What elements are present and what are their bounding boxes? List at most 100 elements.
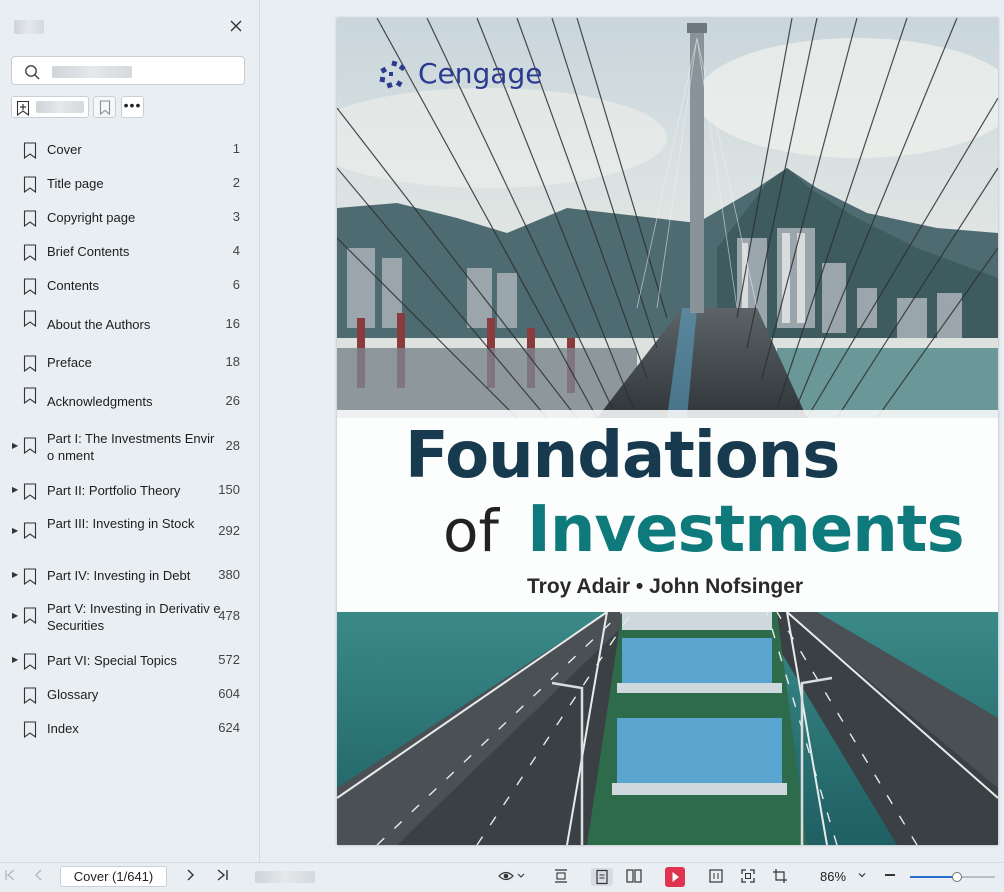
fit-width-icon [555, 869, 567, 883]
bookmark-icon [23, 176, 37, 193]
toc-item-label: Part I: The Investments Enviro nment [47, 431, 215, 463]
toc-item-page: 380 [218, 567, 240, 582]
more-options-button[interactable]: ••• [121, 96, 144, 118]
single-page-icon [596, 869, 608, 885]
zoom-dropdown-button[interactable] [855, 868, 869, 886]
cengage-logo-icon [379, 60, 406, 89]
search-field[interactable] [11, 56, 245, 85]
next-page-button[interactable] [183, 868, 197, 886]
bookmark-icon [23, 522, 37, 539]
toc-item-page: 3 [232, 209, 240, 224]
toc-item-label: Part II: Portfolio Theory [47, 483, 181, 498]
toc-item[interactable]: Title page 2 [0, 167, 259, 201]
page-indicator[interactable]: Cover (1/641) [60, 866, 167, 887]
page-cover: Cengage [337, 18, 998, 845]
toc-item-page: 6 [232, 277, 240, 292]
toc-item-label: Preface [47, 355, 92, 370]
toc-item[interactable]: ▶ Part V: Investing in Derivativ e Securi… [0, 593, 259, 644]
toc-item-page: 292 [218, 523, 240, 538]
add-bookmark-label [36, 101, 84, 113]
zoom-out-button[interactable] [882, 868, 898, 886]
expand-arrow-icon[interactable]: ▶ [12, 570, 18, 579]
first-page-icon [5, 869, 15, 881]
rotate-page-button[interactable] [771, 868, 789, 886]
eye-icon [498, 871, 525, 881]
crop-icon [773, 869, 787, 883]
toc-item[interactable]: ▶ Part VI: Special Topics 572 [0, 644, 259, 678]
search-icon [25, 65, 40, 80]
toc-item-label: Contents [47, 278, 100, 293]
zoom-slider-fill [910, 876, 957, 878]
zoom-level[interactable]: 86% [820, 868, 846, 886]
zoom-slider[interactable] [910, 872, 995, 882]
bookmark-icon [23, 437, 37, 454]
toc-item-page: 28 [225, 438, 240, 453]
bookmark-icon [99, 100, 111, 115]
toc-item-label: Part IV: Investing in Debt [47, 568, 191, 583]
toc-item[interactable]: ▶ Part III: Investing in Stock 292 [0, 508, 259, 559]
more-icon: ••• [123, 97, 142, 113]
fullscreen-button[interactable] [739, 868, 757, 886]
toc-item[interactable]: Brief Contents 4 [0, 235, 259, 269]
toc-item[interactable]: Contents 6 [0, 269, 259, 303]
two-page-button[interactable] [624, 868, 644, 886]
expand-arrow-icon[interactable]: ▶ [12, 485, 18, 494]
toc-item-label: Part III: Investing in Stock [47, 516, 195, 531]
view-mode-button[interactable] [497, 868, 527, 886]
toc-item[interactable]: Acknowledgments 26 [0, 380, 259, 423]
chevron-left-icon [35, 869, 42, 881]
toc-item-label: Part V: Investing in Derivativ e Securit… [47, 601, 221, 633]
expand-arrow-icon[interactable]: ▶ [12, 655, 18, 664]
search-input[interactable] [52, 61, 236, 83]
toc-item-page: 1 [232, 141, 240, 156]
toc-item-page: 478 [218, 608, 240, 623]
chevron-right-icon [187, 869, 194, 881]
status-text [255, 871, 315, 883]
bookmark-icon [23, 483, 37, 500]
toc-item-page: 604 [218, 686, 240, 701]
toc-item-page: 572 [218, 652, 240, 667]
toc-item[interactable]: ▶ Part II: Portfolio Theory 150 [0, 474, 259, 508]
toc-item[interactable]: ▶ Part IV: Investing in Debt 380 [0, 559, 259, 593]
zoom-slider-handle[interactable] [951, 872, 962, 882]
toc-item-label: Copyright page [47, 210, 136, 225]
bookmark-icon [23, 142, 37, 159]
fit-width-button[interactable] [552, 868, 570, 886]
toc-item-label: Title page [47, 176, 104, 191]
toc-item[interactable]: Cover 1 [0, 133, 259, 167]
fit-page-button[interactable] [707, 868, 725, 886]
previous-page-button[interactable] [32, 868, 46, 886]
toc-item-label: Index [47, 721, 79, 736]
toc-item-page: 150 [218, 482, 240, 497]
fit-page-icon [709, 869, 723, 883]
first-page-button[interactable] [3, 868, 17, 886]
expand-arrow-icon[interactable]: ▶ [12, 611, 18, 620]
toc-item[interactable]: ▶ Part I: The Investments Enviro nment 28 [0, 423, 259, 474]
toc-item-label: About the Authors [47, 317, 151, 332]
toc-item[interactable]: Index 624 [0, 712, 259, 746]
bookmark-icon [23, 721, 37, 738]
toc-item-page: 16 [225, 316, 240, 331]
toc-item[interactable]: Copyright page 3 [0, 201, 259, 235]
play-slideshow-button[interactable] [665, 867, 685, 887]
toc-item[interactable]: About the Authors 16 [0, 303, 259, 346]
bookmark-icon [23, 607, 37, 624]
bookmark-icon [23, 387, 37, 404]
add-bookmark-button[interactable] [11, 96, 89, 118]
toc-item[interactable]: Preface 18 [0, 346, 259, 380]
last-page-button[interactable] [214, 868, 230, 886]
single-page-button[interactable] [591, 868, 613, 886]
expand-arrow-icon[interactable]: ▶ [12, 526, 18, 535]
fullscreen-icon [741, 869, 755, 883]
bookmark-button[interactable] [93, 96, 116, 118]
toc-item[interactable]: Glossary 604 [0, 678, 259, 712]
toc-item-label: Cover [47, 142, 82, 157]
close-icon [230, 20, 242, 32]
toc-item-page: 2 [232, 175, 240, 190]
toc-item-page: 26 [225, 393, 240, 408]
expand-arrow-icon[interactable]: ▶ [12, 441, 18, 450]
toc-item-page: 4 [232, 243, 240, 258]
close-sidebar-button[interactable] [227, 17, 245, 35]
publisher-name: Cengage [418, 57, 543, 90]
toc-item-label: Acknowledgments [47, 394, 153, 409]
